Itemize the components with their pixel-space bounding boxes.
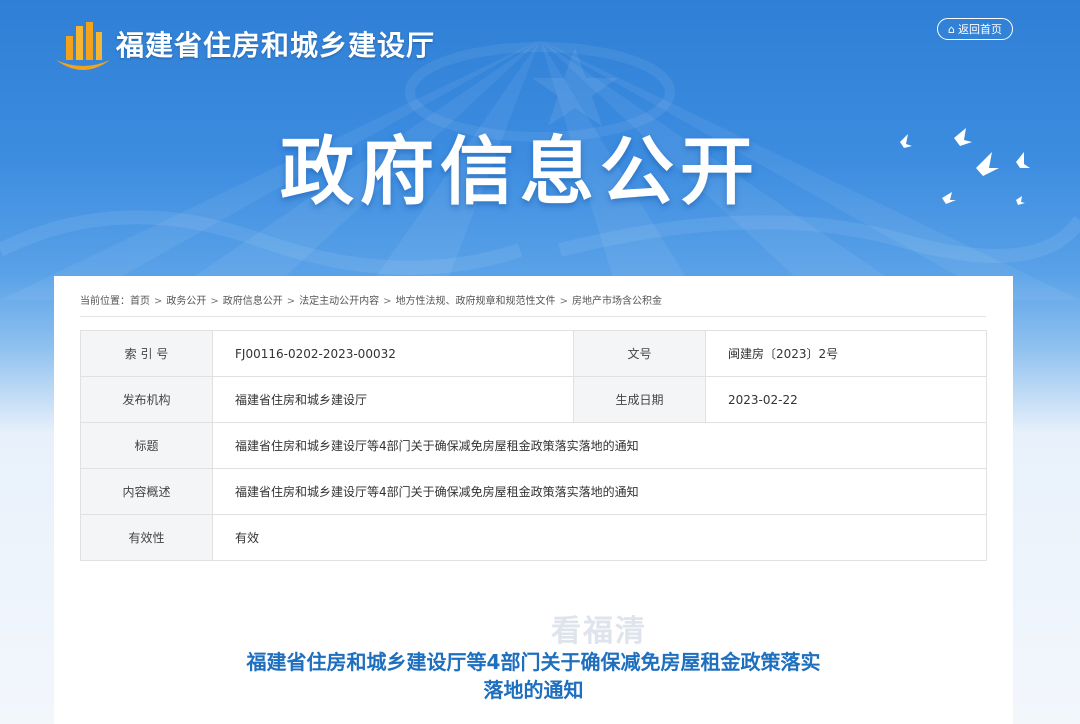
logo-icon	[56, 22, 110, 70]
article-title-line-2: 落地的通知	[483, 678, 584, 702]
breadcrumb-prefix: 当前位置：	[80, 296, 130, 307]
summary-label: 内容概述	[80, 468, 213, 515]
breadcrumb-separator: >	[210, 296, 219, 307]
breadcrumb-separator: >	[154, 296, 163, 307]
publisher-label: 发布机构	[80, 376, 213, 423]
table-row: 标题 福建省住房和城乡建设厅等4部门关于确保减免房屋租金政策落实落地的通知	[80, 422, 987, 469]
index-no-label: 索 引 号	[80, 330, 213, 377]
summary-value: 福建省住房和城乡建设厅等4部门关于确保减免房屋租金政策落实落地的通知	[212, 468, 987, 515]
table-row: 有效性 有效	[80, 514, 987, 561]
article-title-line-1: 福建省住房和城乡建设厅等4部门关于确保减免房屋租金政策落实	[246, 650, 821, 674]
top-bar: 福建省住房和城乡建设厅 ⌂ 返回首页	[0, 0, 1080, 86]
validity-value: 有效	[212, 514, 987, 561]
breadcrumb-item-info-public[interactable]: 政府信息公开	[223, 296, 283, 307]
birds-decoration-icon	[900, 128, 1030, 205]
site-name[interactable]: 福建省住房和城乡建设厅	[116, 24, 435, 64]
breadcrumb-item-home[interactable]: 首页	[130, 296, 150, 307]
date-value: 2023-02-22	[705, 376, 987, 423]
breadcrumb-item-statutory[interactable]: 法定主动公开内容	[299, 296, 379, 307]
index-no-value: FJ00116-0202-2023-00032	[212, 330, 574, 377]
home-icon: ⌂	[948, 22, 955, 36]
doc-no-label: 文号	[573, 330, 706, 377]
breadcrumb-item-regulations[interactable]: 地方性法规、政府规章和规范性文件	[396, 296, 556, 307]
table-row: 内容概述 福建省住房和城乡建设厅等4部门关于确保减免房屋租金政策落实落地的通知	[80, 468, 987, 515]
article-title: 福建省住房和城乡建设厅等4部门关于确保减免房屋租金政策落实 落地的通知	[54, 648, 1013, 704]
document-meta-table: 索 引 号 FJ00116-0202-2023-00032 文号 闽建房〔202…	[80, 330, 987, 561]
content-panel: 当前位置：首页 > 政务公开 > 政府信息公开 > 法定主动公开内容 > 地方性法规、政府规章和…	[54, 276, 1013, 724]
back-home-label: 返回首页	[957, 23, 1002, 36]
doc-no-value: 闽建房〔2023〕2号	[705, 330, 987, 377]
breadcrumb-separator: >	[383, 296, 392, 307]
date-label: 生成日期	[573, 376, 706, 423]
breadcrumb: 当前位置：首页 > 政务公开 > 政府信息公开 > 法定主动公开内容 > 地方性法规、政府规章和…	[80, 292, 986, 317]
validity-label: 有效性	[80, 514, 213, 561]
watermark: 看福清	[551, 614, 647, 649]
publisher-value: 福建省住房和城乡建设厅	[212, 376, 574, 423]
breadcrumb-item-affairs[interactable]: 政务公开	[166, 296, 206, 307]
breadcrumb-item-real-estate[interactable]: 房地产市场含公积金	[572, 296, 662, 307]
title-value: 福建省住房和城乡建设厅等4部门关于确保减免房屋租金政策落实落地的通知	[212, 422, 987, 469]
title-label: 标题	[80, 422, 213, 469]
table-row: 索 引 号 FJ00116-0202-2023-00032 文号 闽建房〔202…	[80, 330, 987, 377]
breadcrumb-separator: >	[559, 296, 568, 307]
back-home-button[interactable]: ⌂ 返回首页	[937, 18, 1013, 40]
table-row: 发布机构 福建省住房和城乡建设厅 生成日期 2023-02-22	[80, 376, 987, 423]
breadcrumb-separator: >	[286, 296, 296, 307]
